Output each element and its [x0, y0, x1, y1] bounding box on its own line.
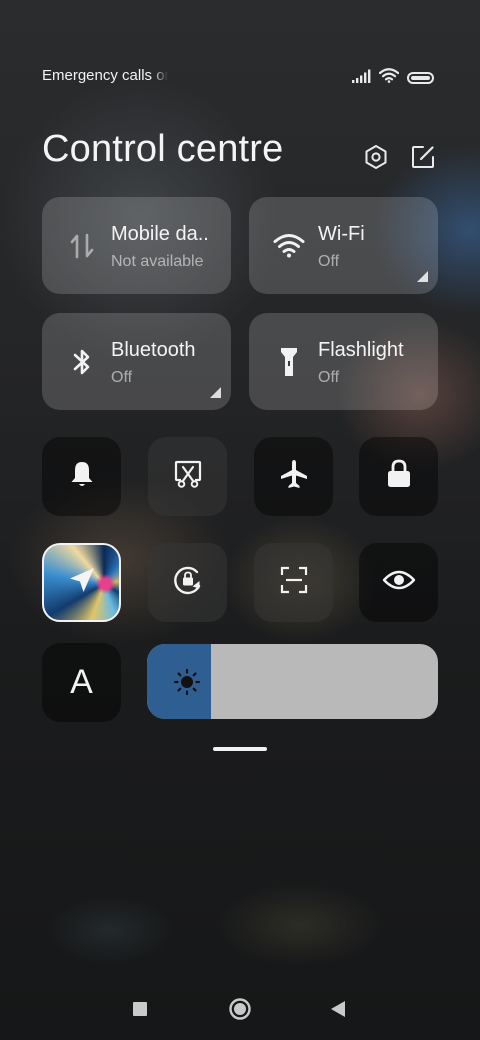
home-circle-icon — [228, 997, 252, 1026]
home-button[interactable] — [219, 990, 261, 1032]
wifi-tile[interactable]: Wi-Fi Off — [249, 197, 438, 294]
lock-screen-toggle[interactable] — [359, 437, 438, 516]
battery-icon — [407, 72, 434, 84]
tile-title: Bluetooth — [111, 339, 196, 361]
back-triangle-icon — [330, 1000, 346, 1023]
battery-level — [411, 76, 430, 80]
scanner-toggle[interactable] — [254, 543, 333, 622]
reading-mode-toggle[interactable] — [359, 543, 438, 622]
flashlight-tile[interactable]: Flashlight Off — [249, 313, 438, 410]
back-button[interactable] — [317, 990, 359, 1032]
tile-status: Off — [111, 369, 133, 386]
airplane-icon — [278, 458, 310, 495]
carrier-text: Emergency calls only — [42, 67, 168, 84]
signal-bars-icon — [351, 69, 371, 88]
ringer-toggle[interactable] — [42, 437, 121, 516]
wifi-icon — [273, 230, 305, 262]
mobile-data-tile[interactable]: Mobile da.. Not available — [42, 197, 231, 294]
navigation-bar — [0, 990, 480, 1032]
tile-status: Off — [318, 369, 340, 386]
tile-status: Not available — [111, 253, 204, 270]
brightness-slider[interactable] — [147, 644, 438, 719]
screenshot-scissors-icon — [173, 459, 203, 494]
scan-icon — [279, 565, 309, 600]
lock-icon — [385, 458, 413, 495]
font-size-button[interactable]: A — [42, 643, 121, 722]
expand-corner-icon[interactable] — [210, 387, 221, 398]
bluetooth-tile[interactable]: Bluetooth Off — [42, 313, 231, 410]
drag-handle[interactable] — [213, 747, 267, 751]
location-toggle[interactable] — [42, 543, 121, 622]
bluetooth-icon — [66, 346, 98, 378]
tile-title: Wi-Fi — [318, 223, 365, 245]
tile-title: Flashlight — [318, 339, 404, 361]
screenshot-toggle[interactable] — [148, 437, 227, 516]
location-arrow-icon — [67, 565, 97, 600]
recents-square-icon — [132, 1001, 148, 1022]
page-title: Control centre — [42, 128, 284, 170]
recents-button[interactable] — [119, 990, 161, 1032]
flashlight-icon — [273, 346, 305, 378]
rotation-lock-icon — [170, 562, 206, 603]
tile-status: Off — [318, 253, 340, 270]
settings-hexagon-icon — [363, 144, 389, 175]
edit-icon — [410, 144, 436, 175]
status-bar: Emergency calls only — [42, 64, 434, 88]
sun-icon — [173, 668, 201, 696]
font-size-icon: A — [70, 663, 93, 701]
status-icons — [351, 68, 434, 88]
mobile-data-icon — [66, 230, 98, 262]
wifi-icon — [378, 68, 400, 88]
expand-corner-icon[interactable] — [417, 271, 428, 282]
settings-button[interactable] — [363, 144, 389, 175]
tile-title: Mobile da.. — [111, 223, 209, 245]
bell-icon — [67, 459, 97, 494]
rotation-lock-toggle[interactable] — [148, 543, 227, 622]
edit-button[interactable] — [410, 144, 436, 175]
airplane-toggle[interactable] — [254, 437, 333, 516]
eye-icon — [382, 568, 416, 597]
